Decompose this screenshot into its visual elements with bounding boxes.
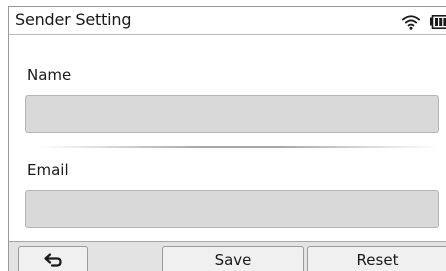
save-button[interactable]: Save	[162, 246, 304, 271]
battery-icon	[430, 15, 446, 29]
email-field[interactable]	[25, 190, 439, 228]
back-button[interactable]	[18, 246, 88, 271]
title-bar: Sender Setting	[9, 7, 446, 35]
name-label: Name	[27, 66, 72, 84]
return-arrow-icon	[44, 253, 62, 267]
section-divider	[39, 146, 439, 148]
email-label: Email	[27, 161, 69, 179]
page-title: Sender Setting	[15, 10, 132, 29]
content-frame: Sender Setting Name Email Save Reset	[8, 6, 446, 271]
name-field[interactable]	[25, 95, 439, 133]
bottom-toolbar: Save Reset	[9, 241, 446, 271]
wifi-icon	[402, 15, 420, 30]
sender-setting-screen: Sender Setting Name Email Save Reset	[0, 0, 446, 271]
reset-button[interactable]: Reset	[307, 246, 446, 271]
